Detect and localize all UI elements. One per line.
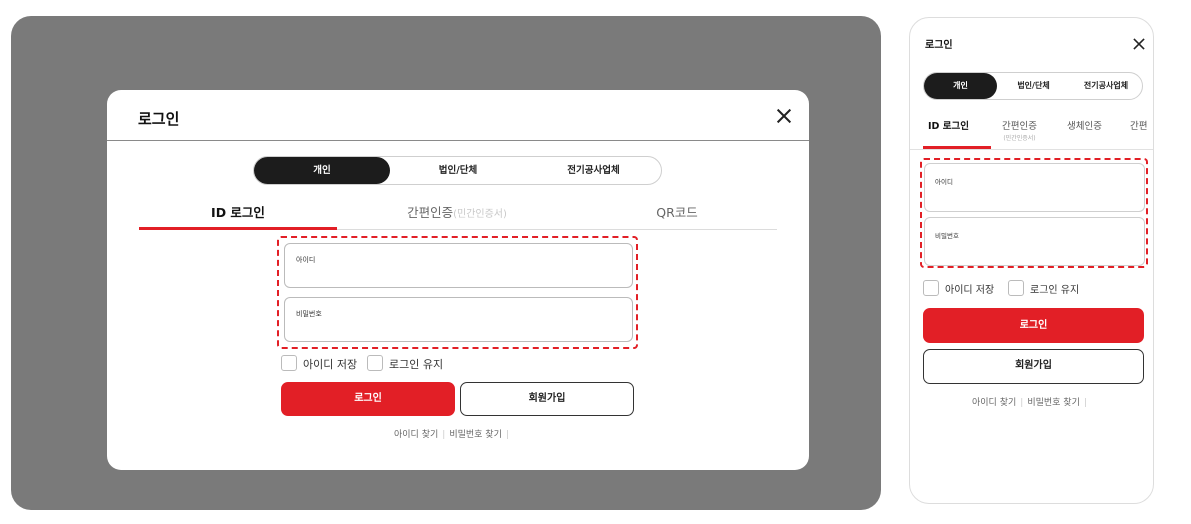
id-input-label: 아이디 (296, 256, 316, 264)
checkbox-box[interactable] (281, 355, 297, 371)
mobile-title: 로그인 (925, 40, 953, 51)
tab-simple-auth[interactable]: 간편인증(민간인증서) (337, 202, 577, 229)
login-button[interactable]: 로그인 (923, 308, 1144, 343)
tab-sublabel: (민간인증서) (1003, 135, 1036, 142)
tab-label: 생체인증 (1067, 121, 1102, 132)
password-input[interactable]: 비밀번호 (924, 217, 1145, 266)
member-type-corporate[interactable]: 법인/단체 (997, 73, 1070, 99)
keep-login-label: 로그인 유지 (389, 358, 444, 371)
member-type-contractor[interactable]: 전기공사업체 (526, 157, 661, 184)
signup-button[interactable]: 회원가입 (923, 349, 1144, 384)
member-type-personal[interactable]: 개인 (254, 157, 390, 184)
link-separator: | (1020, 398, 1024, 408)
find-password-link[interactable]: 비밀번호 찾기 (449, 430, 502, 440)
tab-label: 간편 (1130, 121, 1148, 132)
tab-label: ID 로그인 (211, 205, 265, 220)
link-separator: | (505, 430, 509, 440)
member-type-personal[interactable]: 개인 (924, 73, 997, 99)
tab-biometric[interactable]: 생체인증 (1067, 118, 1102, 132)
remember-id-label: 아이디 저장 (303, 358, 358, 371)
find-password-link[interactable]: 비밀번호 찾기 (1027, 398, 1080, 408)
password-input-label: 비밀번호 (296, 310, 322, 318)
tab-label: 간편인증 (1002, 121, 1037, 132)
credential-fields-highlight: 아이디 비밀번호 (277, 236, 638, 349)
find-id-link[interactable]: 아이디 찾기 (972, 398, 1016, 408)
password-input-label: 비밀번호 (935, 232, 959, 240)
tab-label: ID 로그인 (928, 121, 969, 132)
tab-id-login[interactable]: ID 로그인 (928, 118, 969, 132)
close-icon[interactable] (776, 108, 792, 124)
tab-label: QR코드 (656, 205, 698, 220)
mobile-login-screen: 로그인 개인 법인/단체 전기공사업체 ID 로그인 간편인증 (민간인증서) … (909, 17, 1154, 504)
modal-title: 로그인 (138, 110, 180, 128)
find-id-link[interactable]: 아이디 찾기 (394, 430, 438, 440)
link-separator: | (1083, 398, 1087, 408)
checkbox-box[interactable] (1008, 280, 1024, 296)
find-account-links: 아이디 찾기 | 비밀번호 찾기 | (394, 427, 513, 440)
id-input-label: 아이디 (935, 178, 953, 186)
member-type-contractor[interactable]: 전기공사업체 (1070, 73, 1142, 99)
checkbox-box[interactable] (923, 280, 939, 296)
close-icon[interactable] (1133, 38, 1146, 51)
modal-header: 로그인 (107, 90, 809, 141)
member-type-corporate[interactable]: 법인/단체 (390, 157, 526, 184)
link-separator: | (442, 430, 446, 440)
tab-simple-auth[interactable]: 간편인증 (민간인증서) (1002, 118, 1037, 142)
login-modal: 로그인 개인 법인/단체 전기공사업체 ID 로그인 간편인증(민간인증서) Q… (107, 90, 809, 470)
find-account-links: 아이디 찾기 | 비밀번호 찾기 | (972, 395, 1091, 408)
member-type-selector: 개인 법인/단체 전기공사업체 (923, 72, 1143, 100)
signup-button[interactable]: 회원가입 (460, 382, 634, 416)
tab-more[interactable]: 간편 (1130, 118, 1147, 132)
checkbox-box[interactable] (367, 355, 383, 371)
tab-label: 간편인증 (407, 205, 454, 220)
tab-qr-code[interactable]: QR코드 (577, 202, 777, 229)
id-input[interactable]: 아이디 (924, 163, 1145, 212)
tab-divider (910, 149, 1153, 150)
keep-login-label: 로그인 유지 (1030, 285, 1080, 296)
tab-id-login[interactable]: ID 로그인 (139, 202, 337, 230)
password-input[interactable]: 비밀번호 (284, 297, 633, 342)
modal-backdrop: 로그인 개인 법인/단체 전기공사업체 ID 로그인 간편인증(민간인증서) Q… (11, 16, 881, 510)
login-button[interactable]: 로그인 (281, 382, 455, 416)
login-method-tabs: ID 로그인 간편인증(민간인증서) QR코드 (139, 194, 777, 230)
tab-sublabel: (민간인증서) (453, 209, 507, 220)
remember-id-label: 아이디 저장 (945, 285, 995, 296)
credential-fields-highlight: 아이디 비밀번호 (920, 158, 1148, 268)
id-input[interactable]: 아이디 (284, 243, 633, 288)
member-type-selector: 개인 법인/단체 전기공사업체 (253, 156, 662, 185)
